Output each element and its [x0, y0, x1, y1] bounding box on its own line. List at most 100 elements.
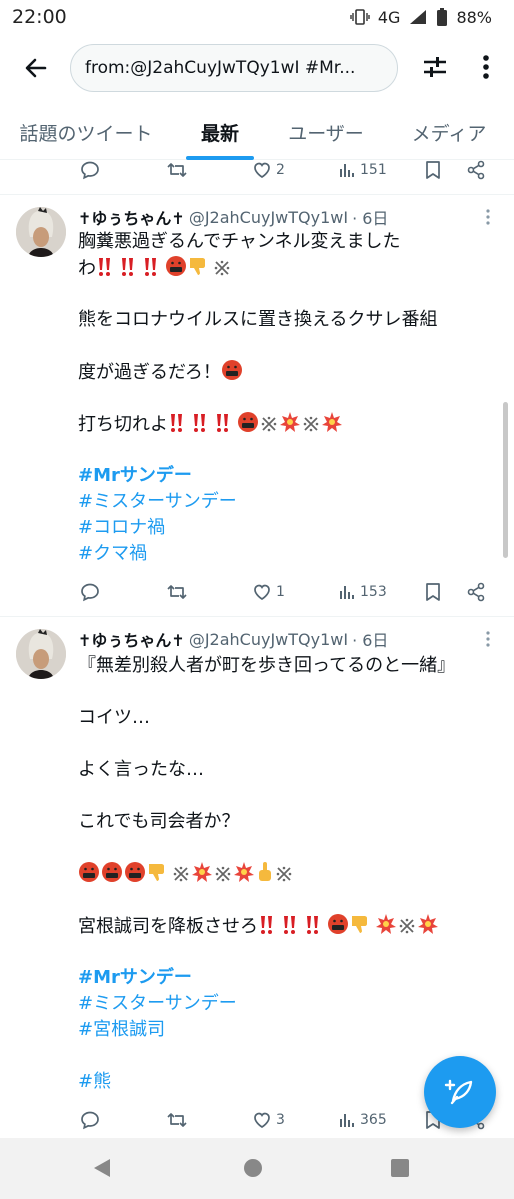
- tweet-menu-button[interactable]: [478, 627, 498, 651]
- tweet[interactable]: ✝ゆぅちゃん✝ @J2ahCuyJwTQy1wI · 6日 『無差別殺人者が町を…: [0, 617, 514, 1138]
- double-exclamation-icon: [168, 413, 190, 441]
- display-name[interactable]: ✝ゆぅちゃん✝: [78, 205, 185, 229]
- double-exclamation-icon: [258, 915, 280, 943]
- views-icon: [340, 1114, 354, 1127]
- hashtag-link[interactable]: #コロナ禍: [78, 515, 165, 541]
- battery-icon: [437, 8, 448, 26]
- cursing-face-icon: [327, 913, 349, 943]
- nav-home-button[interactable]: [237, 1152, 269, 1184]
- tweet-menu-button[interactable]: [478, 205, 498, 229]
- reply-button[interactable]: [80, 150, 100, 190]
- view-count: 153: [360, 584, 387, 600]
- search-input[interactable]: from:@J2ahCuyJwTQy1wI #Mr...: [70, 44, 398, 92]
- status-bar: 22:00 4G 88%: [0, 0, 514, 34]
- views-button[interactable]: 153: [338, 572, 387, 612]
- signal-icon: [410, 10, 427, 24]
- double-exclamation-icon: [191, 413, 213, 441]
- nav-back-button[interactable]: [86, 1152, 118, 1184]
- retweet-icon: [167, 585, 187, 599]
- retweet-button[interactable]: [166, 150, 188, 190]
- more-vertical-icon: [486, 209, 490, 225]
- back-button[interactable]: [18, 50, 54, 86]
- cursing-face-icon: [101, 861, 123, 891]
- more-vertical-icon: [483, 55, 489, 79]
- reply-icon: [81, 583, 99, 602]
- system-nav-bar: [0, 1138, 514, 1199]
- double-exclamation-icon: [96, 257, 118, 285]
- views-button[interactable]: 365: [338, 1100, 387, 1140]
- like-button[interactable]: 2: [252, 150, 285, 190]
- cursing-face-icon: [237, 411, 259, 441]
- reference-mark-icon: [302, 415, 320, 441]
- hashtag-link[interactable]: #クマ禍: [78, 541, 147, 567]
- reply-icon: [81, 1111, 99, 1130]
- reference-mark-icon: [398, 917, 416, 943]
- cursing-face-icon: [165, 255, 187, 285]
- hashtag-link[interactable]: #Mrサンデー: [78, 965, 192, 991]
- arrow-left-icon: [25, 58, 47, 78]
- network-label: 4G: [377, 7, 401, 27]
- more-vertical-icon: [486, 631, 490, 647]
- double-exclamation-icon: [142, 257, 164, 285]
- tweet[interactable]: ✝ゆぅちゃん✝ @J2ahCuyJwTQy1wI · 6日 胸糞悪過ぎるんでチャ…: [0, 195, 514, 615]
- tweet-text-line: 宮根誠司を降板させろ: [78, 913, 440, 943]
- nav-recents-button[interactable]: [384, 1152, 416, 1184]
- user-handle[interactable]: @J2ahCuyJwTQy1wI: [189, 208, 348, 227]
- hashtag-link[interactable]: #ミスターサンデー: [78, 489, 237, 515]
- hashtag-link[interactable]: #ミスターサンデー: [78, 991, 237, 1017]
- share-button[interactable]: [466, 150, 486, 190]
- battery-level: 88%: [456, 7, 492, 27]
- reference-mark-icon: [172, 865, 190, 891]
- tweet-header: ✝ゆぅちゃん✝ @J2ahCuyJwTQy1wI · 6日: [78, 205, 388, 229]
- anger-symbol-icon: [279, 411, 301, 441]
- retweet-icon: [167, 1113, 187, 1127]
- double-exclamation-icon: [214, 413, 236, 441]
- like-button[interactable]: 1: [252, 572, 285, 612]
- tweet-text-line: 『無差別殺人者が町を歩き回ってるのと一緒』: [78, 655, 456, 676]
- scrollbar[interactable]: [503, 402, 508, 558]
- anger-symbol-icon: [321, 411, 343, 441]
- bookmark-button[interactable]: [424, 150, 442, 190]
- tweet-text-line: わ: [78, 255, 232, 285]
- views-button[interactable]: 151: [338, 150, 387, 190]
- bookmark-icon: [426, 583, 440, 601]
- share-icon: [467, 582, 485, 602]
- tweet-text-line: 胸糞悪過ぎるんでチャンネル変えました: [78, 231, 401, 252]
- retweet-button[interactable]: [166, 1100, 188, 1140]
- like-count: 1: [276, 584, 285, 600]
- overflow-menu-button[interactable]: [472, 50, 500, 84]
- retweet-button[interactable]: [166, 572, 188, 612]
- vibrate-icon: [350, 9, 370, 25]
- tweet-text-line: 熊をコロナウイルスに置き換えるクサレ番組: [78, 309, 438, 330]
- reference-mark-icon: [275, 865, 293, 891]
- cursing-face-icon: [78, 861, 100, 891]
- tweet-text-line: よく言ったな…: [78, 759, 204, 780]
- sliders-icon: [424, 57, 446, 77]
- share-button[interactable]: [466, 572, 486, 612]
- cursing-face-icon: [221, 359, 243, 389]
- hashtag-link[interactable]: #宮根誠司: [78, 1017, 165, 1043]
- feather-plus-icon: [444, 1079, 473, 1105]
- user-handle[interactable]: @J2ahCuyJwTQy1wI: [189, 630, 348, 649]
- tweet-emoji-line: [78, 861, 294, 891]
- search-filter-button[interactable]: [418, 50, 452, 84]
- display-name[interactable]: ✝ゆぅちゃん✝: [78, 627, 185, 651]
- avatar-image: [16, 207, 66, 257]
- hashtag-link[interactable]: #Mrサンデー: [78, 463, 192, 489]
- avatar[interactable]: [16, 629, 66, 679]
- tweet-text-line: コイツ…: [78, 707, 150, 728]
- thumbs-down-icon: [147, 861, 171, 891]
- bookmark-button[interactable]: [424, 572, 442, 612]
- tweet-time: · 6日: [352, 209, 389, 228]
- reply-button[interactable]: [80, 572, 100, 612]
- compose-tweet-button[interactable]: [424, 1056, 496, 1128]
- search-header: from:@J2ahCuyJwTQy1wI #Mr...: [0, 34, 514, 104]
- anger-symbol-icon: [375, 913, 397, 943]
- like-button[interactable]: 3: [252, 1100, 285, 1140]
- hashtag-link[interactable]: #熊: [78, 1069, 111, 1095]
- reply-button[interactable]: [80, 1100, 100, 1140]
- tweet-actions: 1 153: [0, 572, 514, 612]
- avatar[interactable]: [16, 207, 66, 257]
- like-count: 2: [276, 162, 285, 178]
- thumbs-down-icon: [188, 255, 212, 285]
